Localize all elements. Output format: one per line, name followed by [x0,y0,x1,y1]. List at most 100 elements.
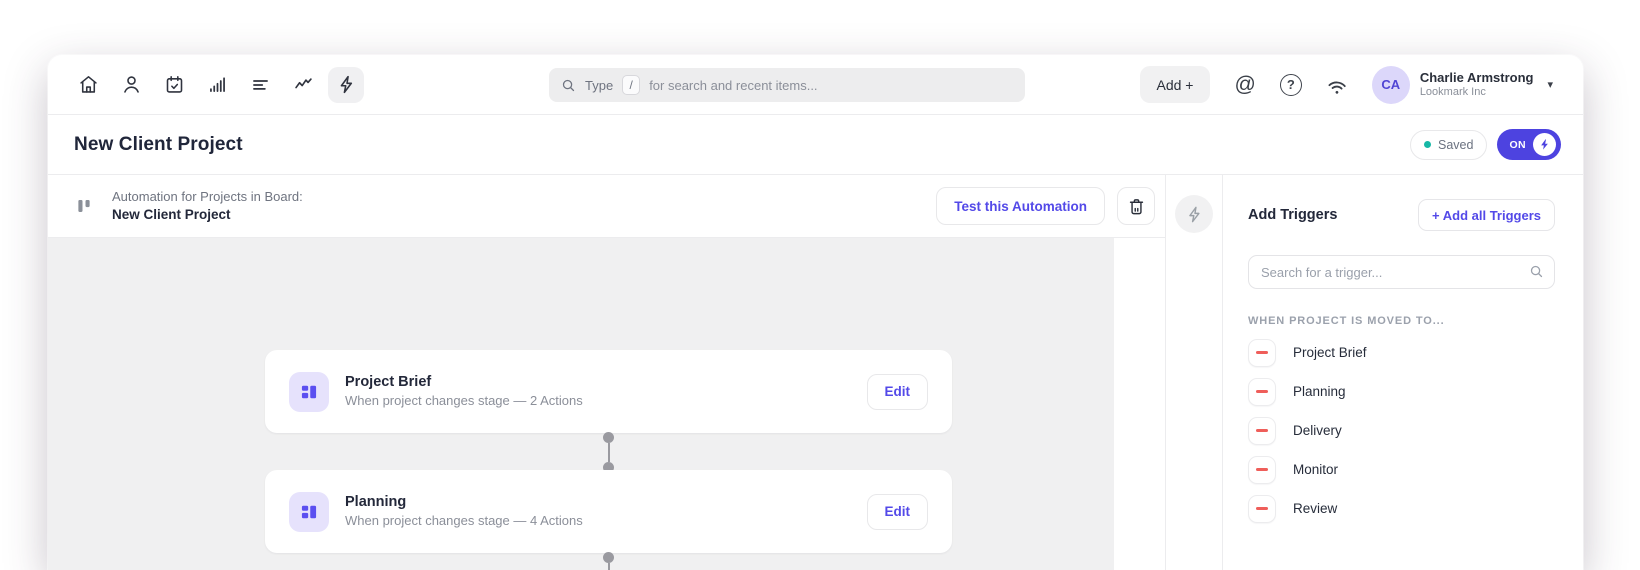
trigger-label: Monitor [1293,462,1339,477]
saved-dot-icon [1423,141,1431,148]
nav-reports-button[interactable] [199,67,235,103]
app-window: Type / for search and recent items... Ad… [48,55,1583,570]
title-bar-actions: Saved ON [1409,129,1561,160]
trigger-list: Project Brief Planning Delivery Monitor … [1248,333,1555,528]
minus-icon [1256,468,1268,471]
remove-trigger-button[interactable] [1248,455,1276,484]
help-icon: ? [1279,73,1302,96]
card-connector [603,552,614,570]
search-placeholder-text: for search and recent items... [649,77,818,93]
minus-icon [1256,351,1268,354]
connector-line [607,443,610,462]
card-subtitle: When project changes stage — 4 Actions [345,512,583,528]
trigger-item-review: Review [1248,489,1555,528]
trigger-item-planning: Planning [1248,372,1555,411]
remove-trigger-button[interactable] [1248,416,1276,445]
bar-chart-icon [209,77,225,92]
search-icon [1530,265,1543,278]
automation-canvas: Project Brief When project changes stage… [48,238,1165,570]
broadcast-icon [1328,81,1346,94]
trigger-item-project-brief: Project Brief [1248,333,1555,372]
nav-calendar-button[interactable] [156,67,192,103]
add-button[interactable]: Add + [1139,66,1211,103]
list-icon [252,80,268,90]
chevron-down-icon: ▾ [1547,79,1553,91]
triggers-header: Add Triggers + Add all Triggers [1248,199,1555,231]
user-name: Charlie Armstrong [1419,69,1534,85]
nav-profile-button[interactable] [113,67,149,103]
minus-icon [1256,507,1268,510]
remove-trigger-button[interactable] [1248,494,1276,523]
triggers-section-label: WHEN PROJECT IS MOVED TO... [1248,315,1445,327]
remove-trigger-button[interactable] [1248,338,1276,367]
nav-list-button[interactable] [242,67,278,103]
automation-context-label: Automation for Projects in Board: [112,189,303,205]
page-title: New Client Project [74,133,243,155]
toggle-state-label: ON [1509,138,1526,151]
card-connector [603,432,614,473]
nav-activity-button[interactable] [285,67,321,103]
search-prefix-text: Type [585,77,614,93]
at-icon: @ [1234,73,1256,96]
automation-rail-toggle[interactable] [1175,195,1213,233]
automation-actions: Test this Automation [936,187,1155,225]
board-stage-icon [301,505,317,518]
user-info: Charlie Armstrong Lookmark Inc [1420,70,1534,100]
title-bar: New Client Project Saved ON [48,115,1583,175]
automation-panel: Automation for Projects in Board: New Cl… [48,175,1166,570]
remove-trigger-button[interactable] [1248,377,1276,406]
card-title: Planning [345,493,407,510]
connector-dot-icon [603,432,614,443]
home-icon [79,76,97,93]
nav-home-button[interactable] [70,67,106,103]
triggers-sidebar: Add Triggers + Add all Triggers WHEN PRO… [1223,175,1583,570]
user-org: Lookmark Inc [1419,85,1486,98]
broadcast-button[interactable] [1326,74,1348,96]
automation-board-name: New Client Project [112,206,231,222]
search-icon [562,79,575,91]
user-menu[interactable]: CA Charlie Armstrong Lookmark Inc ▾ [1371,65,1553,104]
trigger-label: Review [1293,501,1338,516]
trigger-search-input[interactable] [1248,255,1555,289]
trash-icon [1129,198,1143,214]
board-stage-icon [301,385,317,398]
edit-button[interactable]: Edit [866,373,928,410]
content-area: Automation for Projects in Board: New Cl… [48,175,1583,570]
help-button[interactable]: ? [1279,73,1302,96]
card-title: Project Brief [345,373,432,390]
stage-tile [289,491,329,532]
profile-icon [123,76,139,93]
trigger-label: Delivery [1293,423,1342,438]
primary-nav [70,66,364,103]
test-automation-button[interactable]: Test this Automation [936,187,1105,225]
trend-icon [294,78,312,89]
automation-card-planning[interactable]: Planning When project changes stage — 4 … [265,470,952,553]
card-subtitle: When project changes stage — 2 Actions [345,392,583,408]
nav-automations-button[interactable] [328,66,364,103]
mentions-button[interactable]: @ [1234,74,1255,95]
automation-panel-header: Automation for Projects in Board: New Cl… [48,175,1165,238]
toggle-knob [1533,133,1556,156]
automation-context: Automation for Projects in Board: New Cl… [112,188,303,224]
trigger-search [1248,255,1555,289]
trigger-label: Project Brief [1293,345,1367,360]
delete-automation-button[interactable] [1117,187,1155,225]
lightning-icon [1541,139,1548,150]
trigger-item-delivery: Delivery [1248,411,1555,450]
lightning-icon [1188,206,1200,222]
card-text: Planning When project changes stage — 4 … [345,493,583,531]
global-search-input[interactable]: Type / for search and recent items... [549,68,1025,102]
connector-dot-icon [603,552,614,563]
topbar-actions: Add + @ ? CA Charlie Armstrong Lookmark … [1139,65,1553,104]
card-text: Project Brief When project changes stage… [345,373,583,411]
add-all-triggers-button[interactable]: + Add all Triggers [1418,199,1555,231]
trigger-label: Planning [1293,384,1346,399]
automation-on-toggle[interactable]: ON [1497,129,1561,160]
calendar-check-icon [166,76,182,93]
connector-line [607,563,610,570]
edit-button[interactable]: Edit [866,493,928,530]
automation-card-project-brief[interactable]: Project Brief When project changes stage… [265,350,952,433]
board-icon [75,197,93,215]
trigger-item-monitor: Monitor [1248,450,1555,489]
saved-status-badge: Saved [1409,129,1488,160]
